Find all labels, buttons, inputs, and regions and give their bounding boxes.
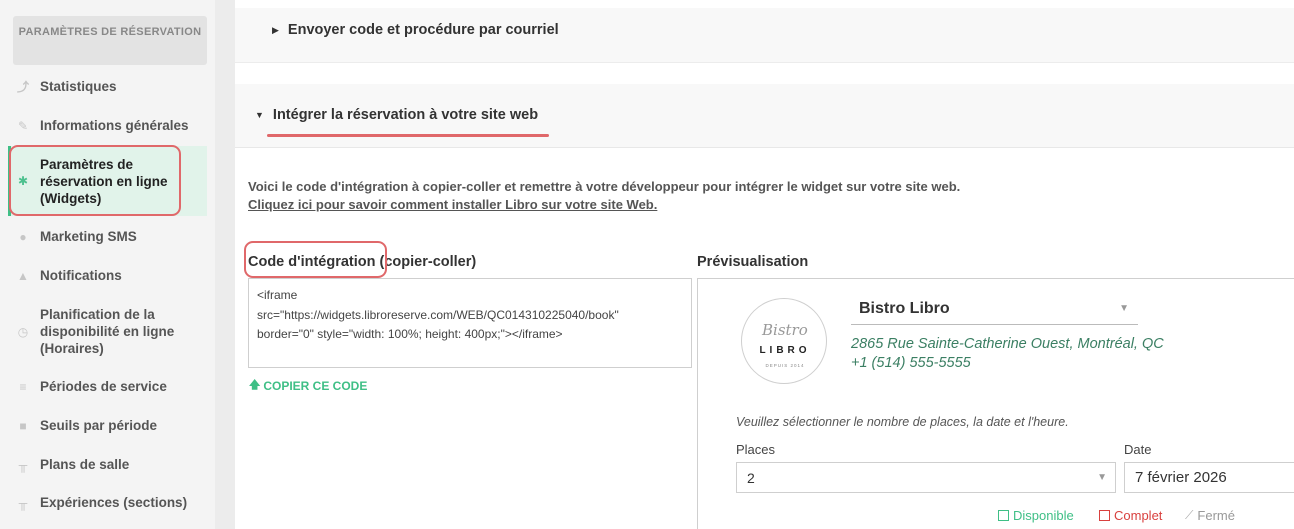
- sidebar-highlight: [9, 145, 181, 216]
- sidebar-item-notifications[interactable]: ▲ Notifications: [16, 267, 206, 284]
- bell-icon: ▲: [17, 268, 29, 283]
- embed-code-textarea[interactable]: <iframe src="https://widgets.libroreserv…: [248, 278, 692, 368]
- sidebar-item-periodes[interactable]: ≡ Périodes de service: [16, 378, 206, 395]
- email-panel-title[interactable]: ▶ Envoyer code et procédure par courriel: [272, 22, 559, 38]
- chart-line-icon: ⤴: [16, 80, 29, 94]
- restaurant-select[interactable]: Bistro Libro ▼: [851, 294, 1138, 325]
- square-icon: [998, 510, 1009, 521]
- integrate-panel-title[interactable]: ▼ Intégrer la réservation à votre site w…: [255, 107, 538, 123]
- sidebar-item-informations[interactable]: ✎ Informations générales: [16, 117, 206, 134]
- places-select[interactable]: 2 ▼: [736, 462, 1116, 493]
- legend-available: Disponible: [998, 508, 1074, 523]
- date-label: Date: [1124, 442, 1152, 457]
- sidebar: PARAMÈTRES DE RÉSERVATION ⤴ Statistiques…: [0, 0, 215, 529]
- chevron-down-icon: ▼: [1097, 472, 1107, 483]
- preview-label: Prévisualisation: [697, 254, 809, 270]
- chevron-down-icon: ▼: [1119, 303, 1129, 314]
- caret-right-icon: ▶: [272, 24, 279, 35]
- intro-text: Voici le code d'intégration à copier-col…: [248, 179, 961, 194]
- restaurant-phone: +1 (514) 555-5555: [851, 355, 971, 371]
- legend-closed: ⟋ Fermé: [1185, 508, 1235, 523]
- restaurant-logo: Bistro LIBRO DEPUIS 2014: [741, 298, 827, 384]
- sidebar-item-statistiques[interactable]: ⤴ Statistiques: [16, 78, 206, 95]
- restaurant-address: 2865 Rue Sainte-Catherine Ouest, Montréa…: [851, 336, 1164, 352]
- clock-icon: ◷: [17, 324, 29, 339]
- date-field[interactable]: 7 février 2026: [1124, 462, 1294, 493]
- install-help-link[interactable]: Cliquez ici pour savoir comment installe…: [248, 197, 657, 212]
- chat-bubble-icon: ●: [19, 229, 27, 244]
- square-icon: [1099, 510, 1110, 521]
- list-icon: ≡: [19, 379, 27, 394]
- edit-icon: ✎: [17, 118, 29, 133]
- arrow-up-icon: 🡅: [249, 379, 261, 391]
- code-label-highlight: [244, 241, 387, 278]
- sidebar-item-plans[interactable]: ╥ Plans de salle: [16, 456, 206, 473]
- sidebar-item-experiences[interactable]: ╥ Expériences (sections): [16, 494, 206, 511]
- table-icon: ╥: [18, 457, 28, 472]
- sidebar-divider: [215, 0, 235, 529]
- table-icon: ╥: [18, 495, 28, 510]
- copy-code-button[interactable]: 🡅 COPIER CE CODE: [249, 376, 367, 395]
- sidebar-item-marketing-sms[interactable]: ● Marketing SMS: [16, 228, 206, 245]
- places-label: Places: [736, 442, 776, 457]
- sidebar-header: PARAMÈTRES DE RÉSERVATION: [13, 16, 207, 65]
- integrate-panel[interactable]: ▼ Intégrer la réservation à votre site w…: [235, 84, 1294, 148]
- sidebar-item-seuils[interactable]: ■ Seuils par période: [16, 417, 206, 434]
- slash-icon: ⟋: [1185, 508, 1194, 522]
- caret-down-icon: ▼: [255, 110, 264, 120]
- lock-icon: ■: [19, 418, 27, 433]
- selection-instructions: Veuillez sélectionner le nombre de place…: [736, 415, 1069, 429]
- sidebar-item-planification[interactable]: ◷ Planification de la disponibilité en l…: [16, 306, 206, 357]
- email-panel[interactable]: ▶ Envoyer code et procédure par courriel: [235, 8, 1294, 63]
- title-highlight-underline: [267, 134, 549, 137]
- legend-full: Complet: [1099, 508, 1162, 523]
